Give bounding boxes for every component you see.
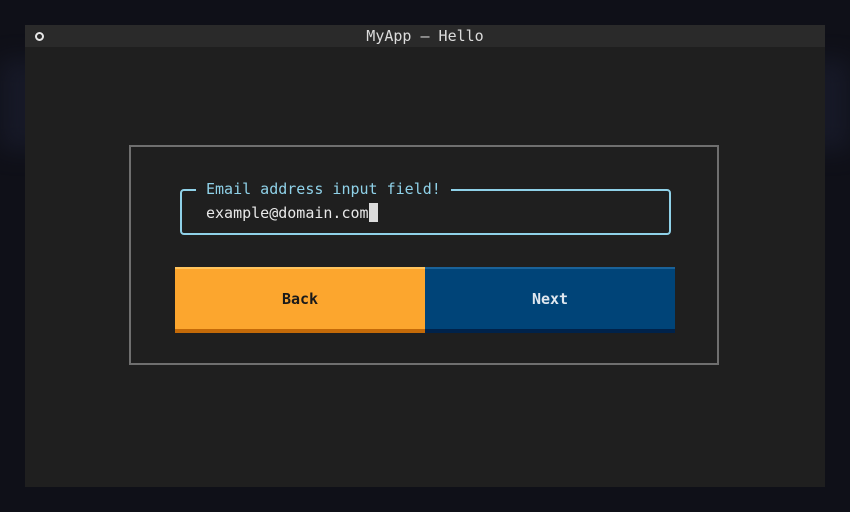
app-window: MyApp — Hello Email address input field!… <box>25 25 825 487</box>
email-field-text[interactable]: example@domain.com <box>206 203 378 223</box>
back-button[interactable]: Back <box>175 267 425 333</box>
title-bar: MyApp — Hello <box>25 25 825 47</box>
form-panel: Email address input field! example@domai… <box>129 145 719 365</box>
desktop: MyApp — Hello Email address input field!… <box>0 0 850 512</box>
email-field[interactable]: Email address input field! example@domai… <box>180 179 671 235</box>
next-button[interactable]: Next <box>425 267 675 333</box>
email-field-value: example@domain.com <box>206 204 369 222</box>
window-title: MyApp — Hello <box>366 27 484 45</box>
email-field-label: Email address input field! <box>196 179 451 199</box>
text-cursor <box>368 203 378 222</box>
